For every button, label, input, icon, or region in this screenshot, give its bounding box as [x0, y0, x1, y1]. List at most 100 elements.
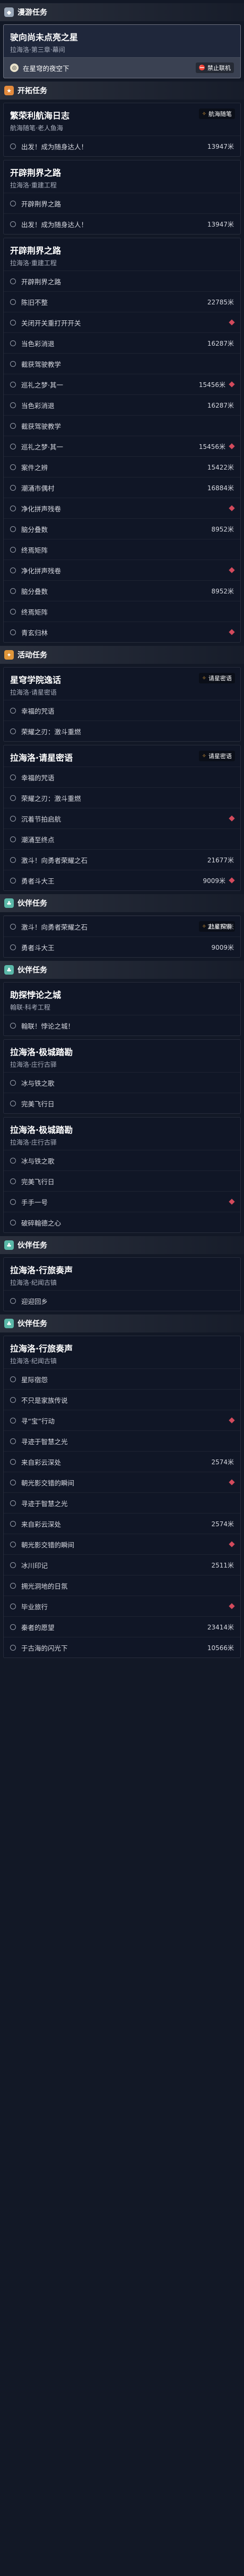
objective-row[interactable]: 手手一号 — [4, 1191, 240, 1212]
objective-text: 终焉矩阵 — [21, 546, 48, 554]
objective-row[interactable]: 完美飞行日 — [4, 1093, 240, 1113]
quest-card[interactable]: 开辟荆界之路 拉海洛·重建工程 开辟荆界之路 出发！成为随身达人！ 13947米 — [3, 160, 241, 235]
objective-row[interactable]: 来自彩云深处 2574米 — [4, 1513, 240, 1534]
map-marker-icon — [229, 567, 235, 573]
objective-row[interactable]: 当色彩消退 16287米 — [4, 332, 240, 353]
objective-row[interactable]: 朝光影交错的瞬间 — [4, 1534, 240, 1554]
objective-row[interactable]: 激斗！向勇者荣耀之石 21677米 — [4, 849, 240, 870]
objective-row[interactable]: 勇者斗大王 9009米 — [4, 870, 240, 890]
objective-row[interactable]: 迎迎回乡 — [4, 1290, 240, 1311]
objective-text: 关闭开关重打开开关 — [21, 319, 81, 327]
objective-row[interactable]: 净化拼声残卷 — [4, 498, 240, 518]
objective-row[interactable]: 勇者斗大王 9009米 — [4, 936, 240, 957]
objective-row[interactable]: 翰联！悖论之城！ — [4, 1015, 240, 1035]
objective-row[interactable]: 陈旧不整 22785米 — [4, 291, 240, 312]
objective-text: 冰与铁之歌 — [21, 1079, 55, 1087]
objective-row[interactable]: 截获驾驶教学 — [4, 353, 240, 374]
objective-distance: 9009米 — [203, 877, 225, 885]
objective-row[interactable]: 星际宿怨 — [4, 1368, 240, 1389]
objective-row[interactable]: 寻“宝”行动 — [4, 1410, 240, 1430]
objective-row[interactable]: 朝光影交错的瞬间 — [4, 1472, 240, 1492]
quest-card[interactable]: 拉海洛·极城踏勘 拉海洛·庄行古驿 冰与铁之歌 完美飞行日 手手一号 破碎翰德之心 — [3, 1117, 241, 1233]
objective-circle-icon — [10, 278, 16, 284]
objective-row[interactable]: 终焉矩阵 — [4, 601, 240, 622]
objective-row[interactable]: 潮涌至终点 — [4, 828, 240, 849]
objective-distance: 15456米 — [198, 443, 225, 451]
objective-text: 来自彩云深处 — [21, 1458, 62, 1466]
objective-row[interactable]: 完美飞行日 — [4, 1170, 240, 1191]
track-icon[interactable]: ◎ — [10, 64, 19, 72]
event-icon: ✦ — [4, 650, 14, 660]
objective-circle-icon — [10, 1219, 16, 1226]
quest-title: 拉海洛·极城踏勘 — [10, 1047, 73, 1057]
objective-row[interactable]: 潮涌市偶村 16884米 — [4, 477, 240, 498]
objective-row[interactable]: 沉着节拍启航 — [4, 808, 240, 828]
objective-row[interactable]: 冰与铁之歌 — [4, 1072, 240, 1093]
objective-text: 破碎翰德之心 — [21, 1219, 62, 1227]
objective-row[interactable]: 截获驾驶教学 — [4, 415, 240, 436]
objective-text: 激斗！向勇者荣耀之石 — [21, 856, 88, 864]
objective-circle-icon — [10, 795, 16, 801]
objective-circle-icon — [10, 774, 16, 780]
objective-row[interactable]: 破碎翰德之心 — [4, 1212, 240, 1232]
objective-row[interactable]: 冰川印记 2511米 — [4, 1554, 240, 1575]
objective-row[interactable]: 幸福的咒语 — [4, 700, 240, 720]
objective-row[interactable]: 毕业旅行 — [4, 1596, 240, 1616]
map-marker-icon — [229, 381, 235, 388]
objective-text: 开辟荆界之路 — [21, 277, 62, 286]
objective-circle-icon — [10, 381, 16, 388]
objective-row[interactable]: 秦者的愿望 23414米 — [4, 1616, 240, 1637]
objective-circle-icon — [10, 1022, 16, 1029]
objective-row[interactable]: 脑分叠数 8952米 — [4, 518, 240, 539]
objective-circle-icon — [10, 1624, 16, 1630]
objective-row[interactable]: 关闭开关重打开开关 — [4, 312, 240, 332]
quest-card[interactable]: 开辟荆界之路 拉海洛·重建工程 开辟荆界之路 陈旧不整 22785米 关闭开关重打开开关当… — [3, 238, 241, 643]
objective-row[interactable]: 巡礼之梦·其一 15456米 — [4, 436, 240, 456]
objective-row[interactable]: 案件之辨 15422米 — [4, 456, 240, 477]
objective-row[interactable]: 出发！成为随身达人！ 13947米 — [4, 136, 240, 156]
objective-text: 幸福的咒语 — [21, 707, 55, 715]
quest-card[interactable]: 驶向尚未点亮之星 拉海洛·第三章·幕间 ◎ 在星穹的夜空下 ⛔ 禁止联机 — [3, 24, 241, 78]
quest-card[interactable]: 拉海洛·行旅奏声 拉海洛·纪闻古镇 星际宿怨 不只是家族传说 寻“宝”行动 寻迹于智慧之光… — [3, 1336, 241, 1658]
quest-card[interactable]: 星穹学院逸话 拉海洛·请星密语 ✧ 请星密语 幸福的咒语 荣耀之刃：激斗重燃 — [3, 667, 241, 742]
quest-card[interactable]: ✧ 赴星探索 激斗！向勇者荣耀之石 21677米 勇者斗大王 9009米 — [3, 915, 241, 958]
objective-row[interactable]: 当色彩消退 16287米 — [4, 394, 240, 415]
objective-row[interactable]: 开辟荆界之路 — [4, 271, 240, 291]
objective-row[interactable]: 寻迹于智慧之光 — [4, 1430, 240, 1451]
objective-row[interactable]: 荣耀之刃：激斗重燃 — [4, 787, 240, 808]
objective-row[interactable]: 拥光洞地的日氛 — [4, 1575, 240, 1596]
objective-text: 当色彩消退 — [21, 401, 55, 410]
objective-distance: 13947米 — [207, 142, 234, 150]
objective-row[interactable]: 于古海的闪光下 10566米 — [4, 1637, 240, 1658]
objective-circle-icon — [10, 1582, 16, 1589]
objective-row[interactable]: 冰与铁之歌 — [4, 1150, 240, 1170]
map-marker-icon — [229, 1603, 235, 1609]
companion-icon: ♣ — [4, 1240, 14, 1250]
quest-card[interactable]: 拉海洛·行旅奏声 拉海洛·纪闻古镇 迎迎回乡 — [3, 1257, 241, 1311]
objective-row[interactable]: 终焉矩阵 — [4, 539, 240, 560]
objective-row[interactable]: 寻迹于智慧之光 — [4, 1492, 240, 1513]
objective-row[interactable]: 荣耀之刃：激斗重燃 — [4, 720, 240, 741]
objective-text: 沉着节拍启航 — [21, 815, 62, 823]
objective-row[interactable]: ◎ 在星穹的夜空下 ⛔ 禁止联机 — [4, 57, 240, 78]
objective-text: 手手一号 — [21, 1198, 48, 1206]
quest-card[interactable]: 繁荣利航海日志 航海随笔·老人鱼海 ✧ 航海随笔 出发！成为随身达人！ 13947米 — [3, 103, 241, 157]
objective-text: 翰联！悖论之城！ — [21, 1022, 75, 1030]
quest-card[interactable]: 助探悖论之城 翰联·科考工程 翰联！悖论之城！ — [3, 982, 241, 1036]
objective-row[interactable]: 开辟荆界之路 — [4, 193, 240, 213]
objective-circle-icon — [10, 1376, 16, 1382]
objective-row[interactable]: 脑分叠数 8952米 — [4, 580, 240, 601]
objective-row[interactable]: 青玄归林 — [4, 622, 240, 642]
objective-row[interactable]: 幸福的咒语 — [4, 767, 240, 787]
objective-text: 荣耀之刃：激斗重燃 — [21, 727, 81, 736]
map-marker-icon — [229, 1479, 235, 1485]
quest-card[interactable]: 拉海洛·请星密语 ✧ 请星密语 幸福的咒语 荣耀之刃：激斗重燃 沉着节拍启航 潮涌至终点 激斗… — [3, 745, 241, 891]
objective-row[interactable]: 净化拼声残卷 — [4, 560, 240, 580]
objective-text: 来自彩云深处 — [21, 1520, 62, 1528]
objective-row[interactable]: 来自彩云深处 2574米 — [4, 1451, 240, 1472]
objective-row[interactable]: 出发！成为随身达人！ 13947米 — [4, 213, 240, 234]
objective-row[interactable]: 不只是家族传说 — [4, 1389, 240, 1410]
objective-text: 荣耀之刃：激斗重燃 — [21, 794, 81, 803]
objective-row[interactable]: 巡礼之梦·其一 15456米 — [4, 374, 240, 394]
quest-card[interactable]: 拉海洛·极城踏勘 拉海洛·庄行古驿 冰与铁之歌 完美飞行日 — [3, 1039, 241, 1114]
